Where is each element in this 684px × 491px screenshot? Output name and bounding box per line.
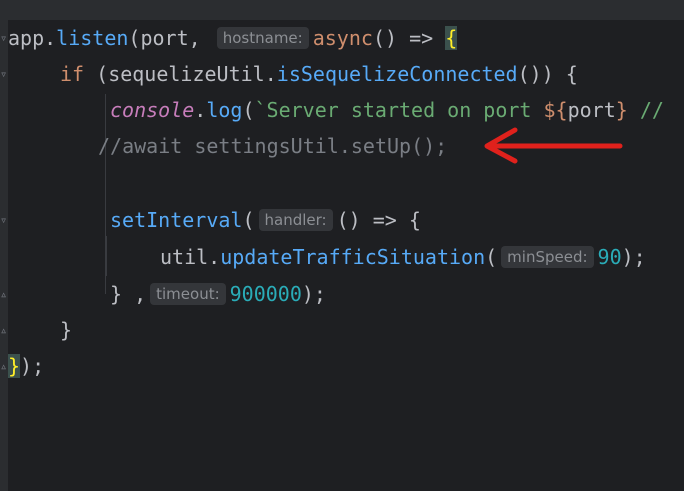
code-editor[interactable]: ▿ ▿ ▿ ▵ ▵ ▵ app.listen(port, hostname: as… bbox=[0, 0, 684, 491]
red-arrow-annotation-icon bbox=[484, 127, 623, 164]
